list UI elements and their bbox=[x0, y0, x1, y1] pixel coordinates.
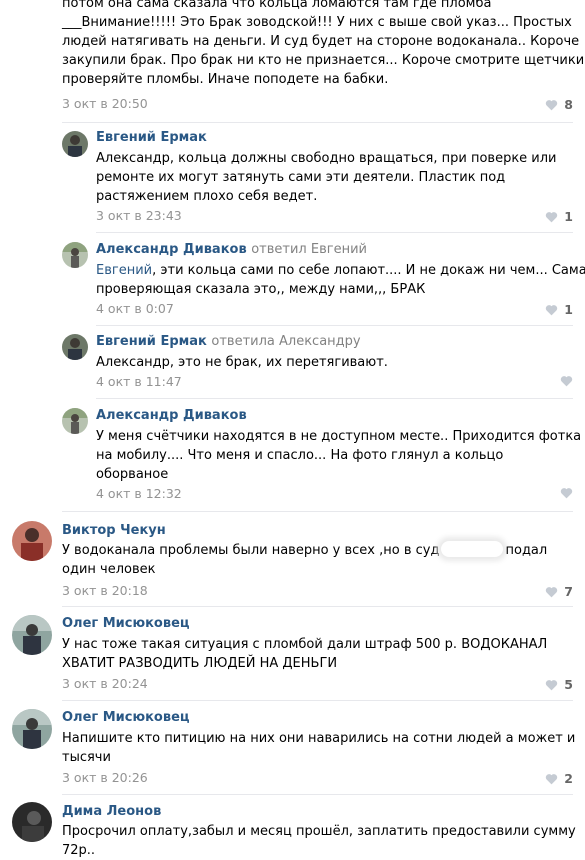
text-line: тысячи bbox=[62, 750, 111, 765]
like-button[interactable]: 1 bbox=[545, 209, 573, 224]
comment-text: У нас тоже такая ситуация с пломбой дали… bbox=[62, 635, 547, 673]
heart-icon bbox=[546, 773, 558, 784]
divider bbox=[62, 511, 573, 512]
text-line: У нас тоже такая ситуация с пломбой дали… bbox=[62, 637, 548, 652]
like-button[interactable]: 1 bbox=[545, 302, 573, 317]
avatar[interactable] bbox=[12, 521, 52, 561]
heart-icon bbox=[546, 586, 558, 597]
comment-date[interactable]: 4 окт в 0:07 bbox=[96, 301, 174, 316]
heart-icon bbox=[546, 304, 558, 315]
divider bbox=[96, 398, 573, 399]
divider bbox=[96, 232, 573, 233]
reply-to[interactable]: ответила Александру bbox=[211, 334, 360, 349]
divider bbox=[62, 606, 573, 607]
comment-author[interactable]: Олег Мисюковец bbox=[62, 710, 190, 725]
heart-icon bbox=[546, 211, 558, 222]
text-line: Евгений, эти кольца сами по себе лопают.… bbox=[96, 261, 585, 280]
comment-text: У водоканала проблемы были наверно у все… bbox=[62, 541, 547, 579]
heart-icon bbox=[546, 679, 558, 690]
mention-link[interactable]: Евгений bbox=[96, 263, 152, 278]
like-count: 5 bbox=[564, 677, 573, 692]
author-name[interactable]: Евгений Ермак bbox=[96, 334, 207, 349]
avatar[interactable] bbox=[62, 131, 88, 157]
text-line: У меня счётчики находятся в не доступном… bbox=[96, 429, 582, 444]
comment-text: У меня счётчики находятся в не доступном… bbox=[96, 427, 581, 484]
like-button[interactable]: 2 bbox=[545, 771, 573, 786]
comment-author[interactable]: Дима Леонов bbox=[62, 804, 161, 819]
text-line: Напишите кто питицию на них они наварили… bbox=[62, 731, 576, 746]
text-line: ___Внимание!!!!! Это Брак зоводской!!! У… bbox=[62, 15, 572, 30]
comment-author[interactable]: Евгений Ермак ответила Александру bbox=[96, 334, 361, 349]
comment-text: Евгений, эти кольца сами по себе лопают.… bbox=[96, 261, 585, 299]
text-line: людей натягивать на деньги. И суд будет … bbox=[62, 34, 580, 49]
like-button[interactable] bbox=[560, 487, 573, 499]
text-line: Просрочил оплату,забыл и месяц прошёл, з… bbox=[62, 824, 576, 839]
like-button[interactable]: 5 bbox=[545, 677, 573, 692]
comment-date[interactable]: 3 окт в 20:26 bbox=[62, 770, 148, 785]
text-line: Александр, кольца должны свободно вращат… bbox=[96, 151, 557, 166]
text-line: ХВАТИТ РАЗВОДИТЬ ЛЮДЕЙ НА ДЕНЬГИ bbox=[62, 656, 338, 671]
like-button[interactable]: 7 bbox=[545, 584, 573, 599]
text-fragment: У водоканала проблемы были наверно у все… bbox=[62, 543, 440, 558]
reply-to[interactable]: ответил Евгений bbox=[251, 242, 367, 257]
text-fragment: подал bbox=[505, 543, 548, 558]
like-count: 8 bbox=[564, 97, 573, 112]
text-line: потом она сама сказала что кольца ломают… bbox=[62, 0, 492, 11]
like-count: 1 bbox=[564, 302, 573, 317]
like-count: 7 bbox=[564, 584, 573, 599]
like-count: 2 bbox=[564, 771, 573, 786]
like-button[interactable] bbox=[560, 375, 573, 387]
avatar[interactable] bbox=[62, 334, 88, 360]
comment-author[interactable]: Александр Диваков bbox=[96, 408, 247, 423]
comment-text: Напишите кто питицию на них они наварили… bbox=[62, 729, 575, 767]
text-line: на мобилу.... Что меня и спасло... На фо… bbox=[96, 448, 504, 463]
comment-text: Александр, это не брак, их перетягивают. bbox=[96, 353, 388, 372]
text-line: 72р.. bbox=[62, 843, 96, 858]
heart-icon bbox=[560, 488, 573, 499]
text-line: Александр, это не брак, их перетягивают. bbox=[96, 355, 388, 370]
comment-date[interactable]: 4 окт в 11:47 bbox=[96, 374, 182, 389]
redacted-blur bbox=[441, 541, 504, 557]
avatar[interactable] bbox=[12, 615, 52, 655]
comment-author[interactable]: Олег Мисюковец bbox=[62, 616, 190, 631]
text-line: растяжением плохо себя ведет. bbox=[96, 189, 318, 204]
text-fragment: , эти кольца сами по себе лопают.... И н… bbox=[152, 263, 585, 278]
comment-date[interactable]: 3 окт в 20:24 bbox=[62, 676, 148, 691]
text-line: проверяющая сказала это,, между нами,,, … bbox=[96, 282, 426, 297]
text-line: оборваное bbox=[96, 467, 169, 482]
avatar[interactable] bbox=[12, 709, 52, 749]
heart-icon bbox=[560, 376, 573, 387]
text-line: проверяйте пломбы. Иначе поподете на баб… bbox=[62, 72, 389, 87]
avatar[interactable] bbox=[62, 408, 88, 434]
avatar[interactable] bbox=[12, 802, 52, 842]
like-button[interactable]: 8 bbox=[545, 97, 573, 112]
text-line: закупили брак. Про брак ни кто не призна… bbox=[62, 53, 585, 68]
comment-date[interactable]: 3 окт в 20:18 bbox=[62, 583, 148, 598]
comment-text: потом она сама сказала что кольца ломают… bbox=[62, 0, 584, 89]
text-line: ремонте их могут затянуть сами эти деяте… bbox=[96, 170, 506, 185]
comment-date[interactable]: 3 окт в 23:43 bbox=[96, 208, 182, 223]
comment-date[interactable]: 3 окт в 20:50 bbox=[62, 96, 148, 111]
text-line: один человек bbox=[62, 562, 156, 577]
text-line: У водоканала проблемы были наверно у все… bbox=[62, 541, 547, 560]
heart-icon bbox=[546, 99, 558, 110]
like-count: 1 bbox=[564, 209, 573, 224]
divider bbox=[62, 794, 573, 795]
divider bbox=[62, 700, 573, 701]
comment-author[interactable]: Александр Диваков ответил Евгений bbox=[96, 242, 367, 257]
comment-text: Александр, кольца должны свободно вращат… bbox=[96, 149, 557, 206]
comment-author[interactable]: Евгений Ермак bbox=[96, 130, 207, 145]
author-name[interactable]: Александр Диваков bbox=[96, 242, 247, 257]
comment-text: Просрочил оплату,забыл и месяц прошёл, з… bbox=[62, 822, 576, 860]
divider bbox=[96, 325, 573, 326]
divider bbox=[62, 122, 573, 123]
avatar[interactable] bbox=[62, 242, 88, 268]
comment-author[interactable]: Виктор Чекун bbox=[62, 523, 166, 538]
comment-date[interactable]: 4 окт в 12:32 bbox=[96, 486, 182, 501]
